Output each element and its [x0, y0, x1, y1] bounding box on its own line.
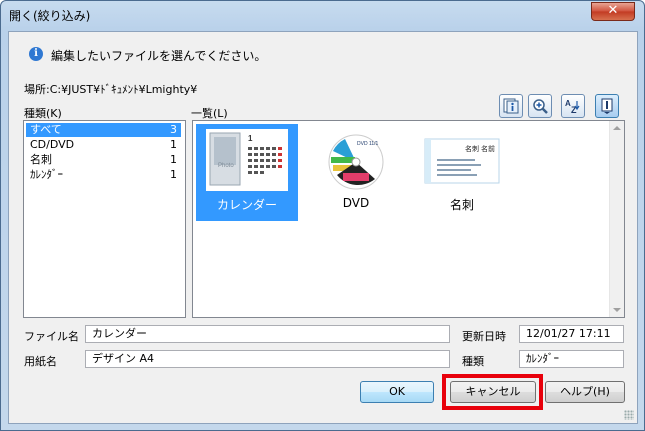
updated-field: 12/01/27 17:11 — [519, 325, 624, 343]
kind-item-count: 3 — [170, 123, 177, 136]
resize-grip-icon[interactable] — [624, 410, 634, 420]
detail-view-icon — [601, 98, 613, 114]
svg-text:Z: Z — [571, 105, 577, 114]
paper-label: 用紙名 — [24, 355, 57, 368]
updated-label: 更新日時 — [462, 330, 506, 343]
cancel-highlight-box — [442, 374, 543, 410]
file-list-label: 一覧(L) — [191, 107, 228, 120]
business-card-thumbnail-icon: 名刺 名前 — [424, 138, 500, 184]
kind-item-cd-dvd[interactable]: CD/DVD 1 — [26, 138, 181, 152]
svg-text:1: 1 — [248, 134, 253, 143]
filename-field[interactable]: カレンダー — [85, 325, 450, 343]
paper-field: デザイン A4 — [85, 350, 450, 368]
kind-item-business-card[interactable]: 名刺 1 — [26, 153, 181, 167]
help-button[interactable]: ヘルプ(H) — [545, 381, 625, 403]
info-icon: i — [29, 47, 43, 61]
detail-view-button[interactable] — [595, 94, 619, 118]
kind-item-name: 名刺 — [30, 153, 52, 166]
sort-az-icon: A Z — [565, 99, 580, 114]
zoom-icon — [533, 99, 548, 114]
svg-text:名刺 名前: 名刺 名前 — [465, 144, 495, 153]
kind-label: 種類 — [462, 355, 484, 368]
file-item-business-card[interactable]: 名刺 名前 名刺 — [411, 124, 513, 221]
vertical-scrollbar[interactable] — [609, 121, 624, 317]
titlebar[interactable]: 開く(絞り込み) ✕ — [1, 1, 644, 29]
kind-item-name: すべて — [30, 123, 62, 136]
kind-item-count: 1 — [170, 168, 177, 181]
kind-item-name: ｶﾚﾝﾀﾞｰ — [30, 168, 63, 181]
calendar-thumbnail-icon: Photo 1 — [206, 129, 288, 191]
dialog-client-area: i 編集したいファイルを選んでください。 場所:C:¥JUST¥ﾄﾞｷｭﾒﾝﾄ¥… — [8, 31, 638, 424]
close-button[interactable]: ✕ — [591, 2, 635, 21]
kind-list-label: 種類(K) — [24, 107, 62, 120]
ok-button[interactable]: OK — [360, 381, 434, 403]
filename-label: ファイル名 — [24, 330, 79, 343]
file-thumbnail-list[interactable]: Photo 1 カレンダー DVD 11/1 DVD 名刺 名前 名刺 — [192, 120, 625, 318]
scroll-down-icon[interactable] — [613, 308, 621, 312]
file-item-label: DVD — [342, 196, 370, 210]
kind-item-count: 1 — [170, 138, 177, 151]
file-item-calendar[interactable]: Photo 1 カレンダー — [196, 124, 298, 221]
window-title: 開く(絞り込み) — [9, 9, 91, 23]
kind-field: ｶﾚﾝﾀﾞｰ — [519, 350, 624, 368]
open-dialog-window: 開く(絞り込み) ✕ i 編集したいファイルを選んでください。 場所:C:¥JU… — [0, 0, 645, 431]
kind-item-name: CD/DVD — [30, 138, 75, 151]
info-view-button[interactable] — [499, 94, 523, 118]
kind-list[interactable]: すべて 3 CD/DVD 1 名刺 1 ｶﾚﾝﾀﾞｰ 1 — [23, 120, 186, 318]
file-item-dvd[interactable]: DVD 11/1 DVD — [305, 124, 407, 221]
zoom-button[interactable] — [528, 94, 552, 118]
sort-button[interactable]: A Z — [561, 94, 585, 118]
kind-item-count: 1 — [170, 153, 177, 166]
location-path: 場所:C:¥JUST¥ﾄﾞｷｭﾒﾝﾄ¥Lmighty¥ — [24, 83, 198, 96]
info-message: 編集したいファイルを選んでください。 — [51, 49, 267, 63]
svg-text:Photo: Photo — [218, 163, 234, 169]
info-view-icon — [503, 98, 519, 114]
dvd-thumbnail-icon: DVD 11/1 — [328, 134, 384, 190]
svg-text:DVD 11/1: DVD 11/1 — [357, 141, 379, 147]
scroll-up-icon[interactable] — [613, 126, 621, 130]
kind-item-all[interactable]: すべて 3 — [26, 123, 181, 137]
file-item-label: カレンダー — [216, 198, 277, 212]
file-item-label: 名刺 — [449, 198, 474, 212]
kind-item-calendar[interactable]: ｶﾚﾝﾀﾞｰ 1 — [26, 168, 181, 182]
